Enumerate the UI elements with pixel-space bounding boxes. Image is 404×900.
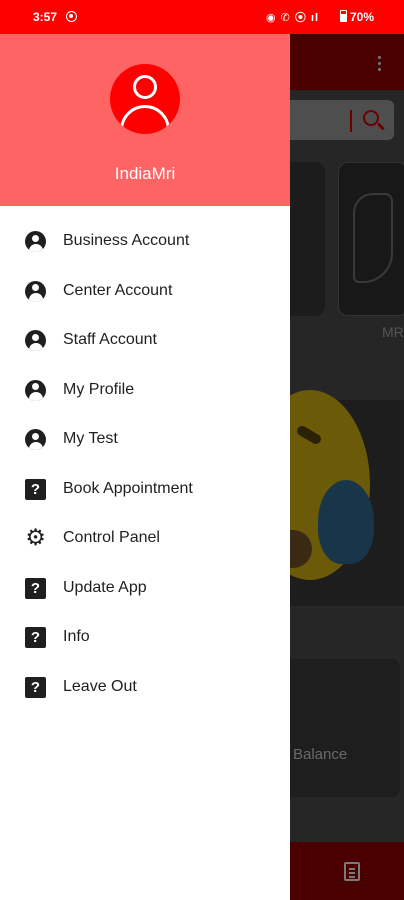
background-search-bar xyxy=(290,100,394,140)
menu-item-control-panel[interactable]: ⚙ Control Panel xyxy=(0,513,290,563)
menu-item-label: My Profile xyxy=(63,380,135,398)
background-balance-card xyxy=(290,659,400,797)
avatar-body xyxy=(120,105,170,134)
menu-item-book-appointment[interactable]: ? Book Appointment xyxy=(0,464,290,514)
account-circle-icon xyxy=(25,330,46,351)
menu-item-update-app[interactable]: ? Update App xyxy=(0,563,290,613)
help-icon: ? xyxy=(25,627,46,648)
clipboard-icon xyxy=(344,862,360,881)
background-banner xyxy=(290,390,404,606)
background-balance-label: Balance xyxy=(293,746,348,763)
gear-icon: ⚙ xyxy=(25,524,46,550)
menu-item-staff-account[interactable]: Staff Account xyxy=(0,315,290,365)
search-divider xyxy=(350,110,352,132)
help-icon: ? xyxy=(25,478,46,500)
account-circle-icon xyxy=(25,379,46,401)
help-icon: ? xyxy=(25,676,46,698)
status-time: 3:57 xyxy=(33,10,58,24)
more-vert-icon xyxy=(378,56,381,59)
navigation-drawer: IndiaMri Business Account Center Account… xyxy=(0,34,290,900)
menu-item-label: Business Account xyxy=(63,232,190,249)
notification-icon xyxy=(66,11,77,22)
avatar[interactable] xyxy=(110,64,180,134)
xray-image xyxy=(353,193,393,283)
drawer-header: IndiaMri xyxy=(0,34,290,206)
menu-item-business-account[interactable]: Business Account xyxy=(0,216,290,266)
emoji-tear xyxy=(318,480,374,564)
help-icon: ? xyxy=(25,577,46,599)
menu-item-label: Book Appointment xyxy=(63,479,193,497)
background-toolbar xyxy=(290,34,404,90)
menu-item-my-profile[interactable]: My Profile xyxy=(0,365,290,415)
account-circle-icon xyxy=(25,231,46,252)
menu-item-center-account[interactable]: Center Account xyxy=(0,266,290,316)
status-icons: ◉ ✆ ⦿ ıl xyxy=(266,12,320,24)
menu-item-my-test[interactable]: My Test xyxy=(0,414,290,464)
drawer-menu: Business Account Center Account Staff Ac… xyxy=(0,216,290,711)
menu-item-label: Info xyxy=(63,628,90,645)
background-image-card xyxy=(290,162,325,316)
battery-icon xyxy=(340,10,347,22)
menu-item-info[interactable]: ? Info xyxy=(0,612,290,662)
status-bar: 3:57 ◉ ✆ ⦿ ıl 70% xyxy=(0,0,404,34)
avatar-head xyxy=(133,75,157,99)
menu-item-label: My Test xyxy=(63,430,118,447)
menu-item-label: Center Account xyxy=(63,281,173,299)
menu-item-label: Control Panel xyxy=(63,529,160,546)
menu-item-label: Staff Account xyxy=(63,331,157,348)
battery-percent: 70% xyxy=(350,10,375,24)
background-card-label: MR xyxy=(382,324,404,340)
account-circle-icon xyxy=(25,429,46,450)
menu-item-label: Update App xyxy=(63,578,147,596)
background-bottom-bar xyxy=(290,842,404,900)
user-name: IndiaMri xyxy=(114,164,176,183)
background-image-card xyxy=(338,162,404,316)
menu-item-label: Leave Out xyxy=(63,677,137,695)
background-app-scrim[interactable]: MR Balance xyxy=(290,34,404,900)
account-circle-icon xyxy=(25,280,46,302)
menu-item-leave-out[interactable]: ? Leave Out xyxy=(0,662,290,712)
search-icon xyxy=(363,110,379,126)
